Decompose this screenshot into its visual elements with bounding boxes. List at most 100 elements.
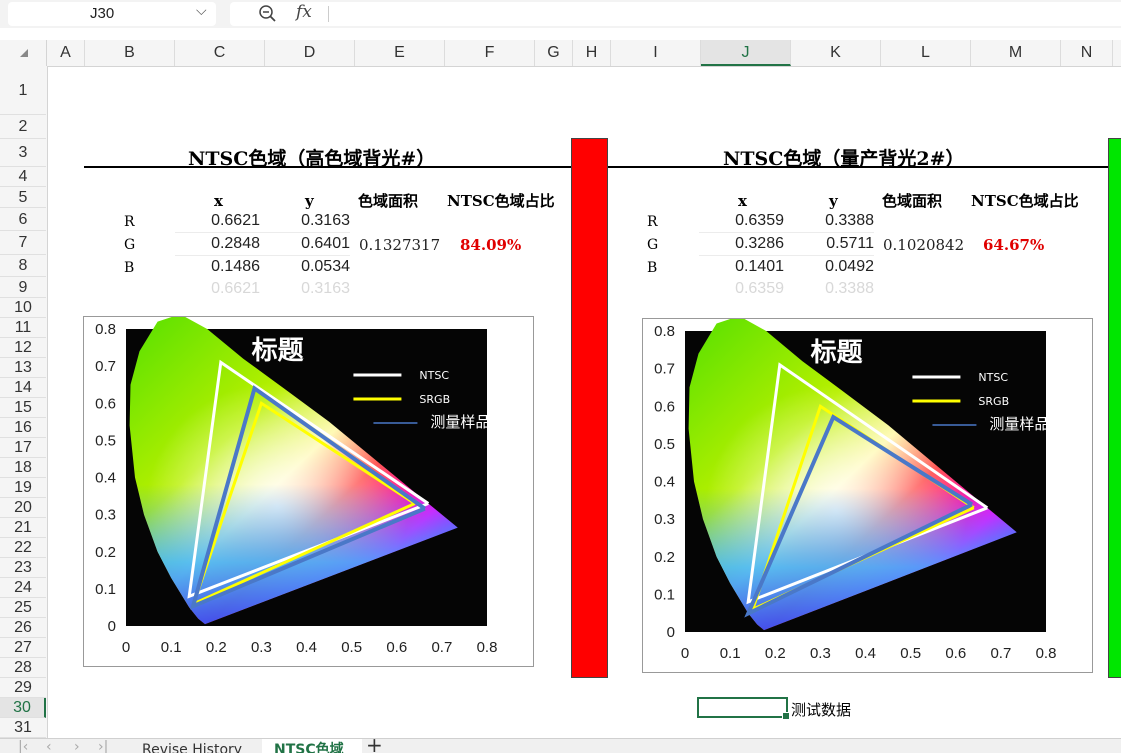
- column-header-l[interactable]: L: [881, 40, 971, 66]
- row-header-10[interactable]: 10: [0, 298, 46, 318]
- cell-reference: J30: [90, 5, 115, 22]
- row-header-13[interactable]: 13: [0, 358, 46, 378]
- row-header-3[interactable]: 3: [0, 139, 46, 167]
- column-header-h[interactable]: H: [573, 40, 611, 66]
- value-r-y[interactable]: 0.3388: [794, 212, 874, 230]
- row-header-31[interactable]: 31: [0, 718, 46, 738]
- active-cell[interactable]: [697, 697, 790, 720]
- next-sheet-icon[interactable]: ›: [74, 739, 80, 753]
- value-r-x[interactable]: 0.6359: [704, 212, 784, 230]
- legend-label: NTSC: [978, 371, 1008, 384]
- color-bar-green[interactable]: [1108, 138, 1121, 678]
- value-g-y[interactable]: 0.5711: [794, 235, 874, 253]
- legend-label: 测量样品: [430, 413, 490, 431]
- row-header-26[interactable]: 26: [0, 618, 46, 638]
- row-header-5[interactable]: 5: [0, 187, 46, 208]
- y-tick-label: 0.4: [654, 474, 675, 491]
- x-tick-label: 0.6: [945, 645, 966, 662]
- first-sheet-icon[interactable]: |‹: [18, 739, 28, 753]
- row-header-7[interactable]: 7: [0, 231, 46, 255]
- ntsc-ratio[interactable]: 64.67%: [983, 236, 1044, 254]
- row-header-14[interactable]: 14: [0, 378, 46, 398]
- column-header-m[interactable]: M: [971, 40, 1061, 66]
- row-header-20[interactable]: 20: [0, 498, 46, 518]
- x-tick-label: 0.4: [855, 645, 876, 662]
- ntsc-ratio[interactable]: 84.09%: [460, 236, 521, 254]
- y-tick-label: 0.1: [654, 586, 675, 603]
- row-header-9[interactable]: 9: [0, 277, 46, 298]
- chart-title: 标题: [252, 336, 304, 366]
- row-header-16[interactable]: 16: [0, 418, 46, 438]
- chart-right[interactable]: 标题 NTSC SRGB 测量样品 0 0.1 0.2 0.3 0.4 0.5 0.6 0.7 0.8 0…: [642, 318, 1093, 673]
- row-header-29[interactable]: 29: [0, 678, 46, 698]
- row-header-23[interactable]: 23: [0, 558, 46, 578]
- column-header-d[interactable]: D: [265, 40, 355, 66]
- column-header-n[interactable]: N: [1061, 40, 1113, 66]
- row-header-21[interactable]: 21: [0, 518, 46, 538]
- color-bar-red[interactable]: [571, 138, 608, 678]
- gamut-area[interactable]: 0.1020842: [883, 236, 964, 254]
- row-header-4[interactable]: 4: [0, 167, 46, 187]
- row-header-15[interactable]: 15: [0, 398, 46, 418]
- tab-revise-history[interactable]: Revise History: [142, 739, 242, 753]
- value-b-y[interactable]: 0.0492: [794, 258, 874, 276]
- chart-left[interactable]: 标题 NTSC SRGB 测量样品 0 0.1 0.2 0.3 0.4 0.5 0.6 0.7 0.8 0…: [83, 316, 534, 667]
- add-sheet-icon[interactable]: +: [366, 739, 383, 753]
- row-header-11[interactable]: 11: [0, 318, 46, 338]
- value-g-x[interactable]: 0.3286: [704, 235, 784, 253]
- select-all-corner[interactable]: [0, 40, 47, 66]
- last-sheet-icon[interactable]: ›|: [98, 739, 108, 753]
- row-header-22[interactable]: 22: [0, 538, 46, 558]
- tab-ntsc[interactable]: NTSC色域: [262, 739, 362, 753]
- column-header-k[interactable]: K: [791, 40, 881, 66]
- sheet-tab-bar: |‹ ‹ › ›| Revise History NTSC色域 +: [0, 738, 1121, 753]
- formula-input[interactable]: fx: [230, 2, 1121, 26]
- row-header-25[interactable]: 25: [0, 598, 46, 618]
- column-header-g[interactable]: G: [535, 40, 573, 66]
- gamut-area[interactable]: 0.1327317: [359, 236, 440, 254]
- row-header-18[interactable]: 18: [0, 458, 46, 478]
- row-header-30[interactable]: 30: [0, 698, 46, 718]
- row-header-8[interactable]: 8: [0, 255, 46, 277]
- name-box[interactable]: J30 ⌵: [8, 2, 216, 26]
- title-underline: [84, 166, 571, 168]
- column-header-f[interactable]: F: [445, 40, 535, 66]
- row-header-12[interactable]: 12: [0, 338, 46, 358]
- column-header-a[interactable]: A: [47, 40, 85, 66]
- row-header-2[interactable]: 2: [0, 115, 46, 139]
- y-tick-label: 0.6: [95, 395, 116, 412]
- function-icon[interactable]: fx: [296, 2, 312, 22]
- value-b-x[interactable]: 0.1401: [704, 258, 784, 276]
- column-header-b[interactable]: B: [85, 40, 175, 66]
- faint-value-y[interactable]: 0.3388: [794, 280, 874, 298]
- faint-value-y[interactable]: 0.3163: [270, 280, 350, 298]
- row-header-6[interactable]: 6: [0, 208, 46, 231]
- x-tick-label: 0.7: [990, 645, 1011, 662]
- prev-sheet-icon[interactable]: ‹: [46, 739, 52, 753]
- value-r-x[interactable]: 0.6621: [180, 212, 260, 230]
- value-b-y[interactable]: 0.0534: [270, 258, 350, 276]
- value-r-y[interactable]: 0.3163: [270, 212, 350, 230]
- row-header-1[interactable]: 1: [0, 66, 46, 115]
- row-header-28[interactable]: 28: [0, 658, 46, 678]
- column-header-i[interactable]: I: [611, 40, 701, 66]
- note-text[interactable]: 测试数据: [791, 699, 851, 720]
- column-header-c[interactable]: C: [175, 40, 265, 66]
- header-area: 色域面积: [358, 192, 419, 210]
- row-header-24[interactable]: 24: [0, 578, 46, 598]
- faint-value-x[interactable]: 0.6621: [180, 280, 260, 298]
- column-header-e[interactable]: E: [355, 40, 445, 66]
- value-g-x[interactable]: 0.2848: [180, 235, 260, 253]
- chevron-down-icon[interactable]: ⌵: [196, 2, 207, 19]
- y-tick-label: 0.7: [95, 358, 116, 375]
- row-header-27[interactable]: 27: [0, 638, 46, 658]
- row-header-19[interactable]: 19: [0, 478, 46, 498]
- fill-handle[interactable]: [782, 712, 790, 720]
- row-header-17[interactable]: 17: [0, 438, 46, 458]
- faint-value-x[interactable]: 0.6359: [704, 280, 784, 298]
- value-b-x[interactable]: 0.1486: [180, 258, 260, 276]
- column-header-j[interactable]: J: [701, 40, 791, 66]
- legend-label: NTSC: [419, 369, 449, 382]
- zoom-out-icon[interactable]: [258, 4, 278, 24]
- value-g-y[interactable]: 0.6401: [270, 235, 350, 253]
